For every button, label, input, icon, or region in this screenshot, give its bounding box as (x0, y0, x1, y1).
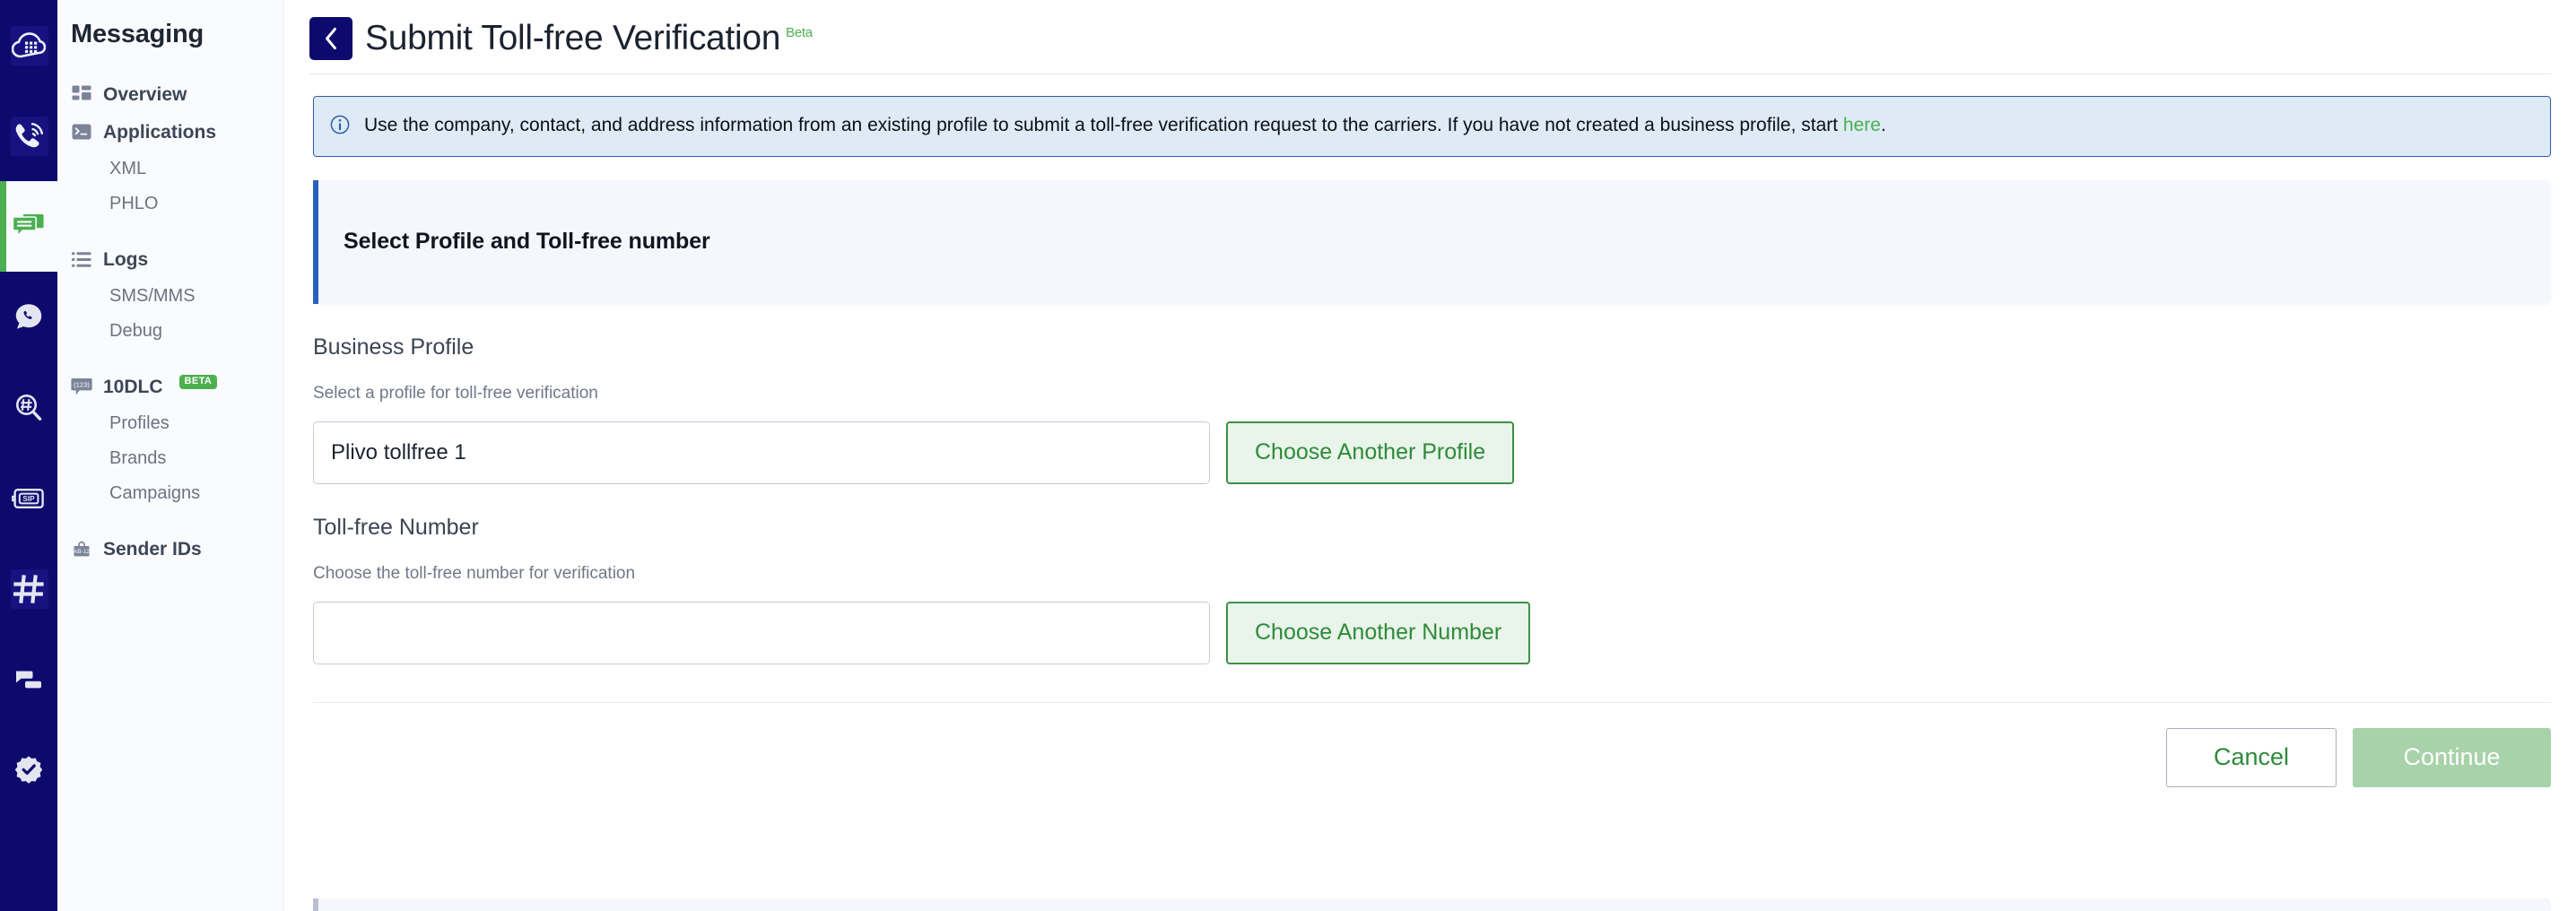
rail-item-verify[interactable] (0, 724, 57, 815)
svg-text:AB-12: AB-12 (74, 549, 91, 555)
business-profile-field-group: Business Profile Select a profile for to… (313, 334, 2551, 484)
sidebar-subitem-sms-mms[interactable]: SMS/MMS (57, 279, 283, 314)
verify-icon (11, 752, 47, 788)
zentrunk-icon (11, 662, 47, 698)
numeric-bubble-icon: (123) (71, 377, 92, 398)
info-icon (330, 111, 352, 140)
sender-id-icon: AB-12 (71, 539, 92, 560)
number-lookup-icon (11, 390, 47, 426)
product-icon-rail: SIP (0, 0, 57, 911)
tollfree-number-row: Choose Another Number (313, 601, 2551, 664)
dashboard-icon (71, 84, 92, 106)
rail-item-zentrunk[interactable] (0, 634, 57, 724)
main-content: Submit Toll-free Verification Beta Use th… (283, 0, 2576, 911)
sidebar-item-label: Sender IDs (103, 539, 202, 560)
svg-text:(123): (123) (74, 380, 90, 388)
sidebar-subitem-debug[interactable]: Debug (57, 314, 283, 349)
chevron-left-icon (326, 27, 336, 50)
sidebar-subitem-phlo[interactable]: PHLO (57, 187, 283, 221)
next-section-card-peek (313, 898, 2551, 911)
sidebar-item-logs[interactable]: Logs (57, 241, 283, 279)
back-button[interactable] (309, 17, 352, 60)
sidebar-nav-list: Overview Applications XML PHLO Logs SMS/… (57, 76, 283, 568)
terminal-icon (71, 122, 92, 143)
section-heading: Select Profile and Toll-free number (344, 229, 710, 255)
page-title-beta-label: Beta (786, 25, 813, 40)
info-banner-text: Use the company, contact, and address in… (364, 111, 1886, 140)
sidebar-subitem-xml[interactable]: XML (57, 152, 283, 187)
sidebar-item-label: 10DLC (103, 377, 163, 397)
choose-another-number-button[interactable]: Choose Another Number (1226, 601, 1531, 664)
choose-another-profile-button[interactable]: Choose Another Profile (1226, 421, 1515, 484)
sidebar-title: Messaging (71, 20, 205, 48)
tollfree-number-help: Choose the toll-free number for verifica… (313, 563, 636, 583)
page-header: Submit Toll-free Verification Beta (284, 0, 2576, 61)
list-icon (71, 249, 92, 271)
secondary-sidebar: Messaging Overview Applications XML PHLO… (57, 0, 283, 911)
sidebar-subitem-profiles[interactable]: Profiles (57, 406, 283, 441)
create-profile-link[interactable]: here (1843, 115, 1881, 135)
business-profile-help: Select a profile for toll-free verificat… (313, 383, 598, 403)
business-profile-row: Choose Another Profile (313, 421, 2551, 484)
phone-numbers-icon (11, 571, 47, 607)
page-title: Submit Toll-free Verification Beta (365, 19, 813, 58)
verification-form: Business Profile Select a profile for to… (284, 334, 2576, 664)
sidebar-subitem-brands[interactable]: Brands (57, 441, 283, 476)
sidebar-item-label: Logs (103, 249, 149, 270)
info-banner-text-before: Use the company, contact, and address in… (364, 115, 1843, 135)
sidebar-item-label: Overview (103, 84, 187, 105)
info-banner: Use the company, contact, and address in… (313, 96, 2551, 157)
sidebar-item-applications[interactable]: Applications (57, 114, 283, 152)
voice-call-icon (11, 118, 47, 154)
messaging-icon (11, 209, 47, 245)
tollfree-number-label: Toll-free Number (313, 514, 479, 540)
sip-trunking-icon: SIP (11, 481, 47, 516)
sidebar-item-sender-ids[interactable]: AB-12 Sender IDs (57, 531, 283, 568)
beta-badge: BETA (178, 375, 218, 389)
page-title-text: Submit Toll-free Verification (365, 19, 781, 57)
info-banner-text-after: . (1880, 115, 1886, 135)
sidebar-subitem-campaigns[interactable]: Campaigns (57, 476, 283, 511)
sidebar-item-10dlc[interactable]: (123) 10DLC BETA (57, 369, 283, 406)
business-profile-label: Business Profile (313, 334, 474, 360)
rail-item-sip-trunking[interactable]: SIP (0, 453, 57, 543)
app-root: SIP Messaging Overview Applications XML … (0, 0, 2576, 911)
section-header-band: Select Profile and Toll-free number (313, 179, 2551, 304)
rail-item-whatsapp[interactable] (0, 272, 57, 362)
whatsapp-icon (11, 299, 47, 335)
svg-text:SIP: SIP (22, 494, 35, 502)
sidebar-item-label: Applications (103, 122, 217, 143)
rail-item-cloud-keypad[interactable] (0, 0, 57, 91)
continue-button[interactable]: Continue (2353, 727, 2551, 787)
sidebar-item-overview[interactable]: Overview (57, 76, 283, 114)
tollfree-number-input[interactable] (313, 601, 1210, 664)
tollfree-number-field-group: Toll-free Number Choose the toll-free nu… (313, 515, 2551, 664)
rail-item-voice[interactable] (0, 91, 57, 181)
rail-item-messaging[interactable] (0, 181, 57, 272)
rail-item-number-lookup[interactable] (0, 362, 57, 453)
footer-actions: Cancel Continue (284, 703, 2576, 787)
business-profile-input[interactable] (313, 421, 1210, 484)
cancel-button[interactable]: Cancel (2166, 727, 2337, 787)
rail-item-phone-numbers[interactable] (0, 543, 57, 634)
cloud-keypad-icon (11, 28, 47, 64)
